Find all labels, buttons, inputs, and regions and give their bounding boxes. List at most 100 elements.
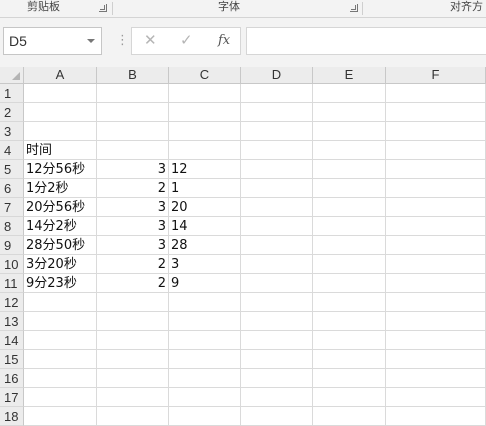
cell-c7[interactable]: 20 <box>169 198 241 217</box>
cell-c12[interactable] <box>169 293 241 312</box>
cell-f15[interactable] <box>386 350 486 369</box>
cell-c4[interactable] <box>169 141 241 160</box>
row-header[interactable]: 10 <box>0 255 24 274</box>
column-header-a[interactable]: A <box>24 67 97 84</box>
clipboard-dialog-launcher-icon[interactable] <box>99 4 107 12</box>
cell-f7[interactable] <box>386 198 486 217</box>
cell-e9[interactable] <box>313 236 386 255</box>
cell-c8[interactable]: 14 <box>169 217 241 236</box>
row-header[interactable]: 12 <box>0 293 24 312</box>
spreadsheet-grid[interactable]: A B C D E F 1 2 3 4 时间 5 12分56秒 3 12 6 1分2秒 2 1 7 20分56秒 3 20 8… <box>0 67 486 426</box>
cell-a10[interactable]: 3分20秒 <box>24 255 97 274</box>
cell-c6[interactable]: 1 <box>169 179 241 198</box>
cell-d12[interactable] <box>241 293 313 312</box>
row-header[interactable]: 17 <box>0 388 24 407</box>
cell-d18[interactable] <box>241 407 313 426</box>
row-header[interactable]: 6 <box>0 179 24 198</box>
cell-e10[interactable] <box>313 255 386 274</box>
cell-f11[interactable] <box>386 274 486 293</box>
cell-a13[interactable] <box>24 312 97 331</box>
cell-a9[interactable]: 28分50秒 <box>24 236 97 255</box>
cell-b11[interactable]: 2 <box>97 274 169 293</box>
cell-f2[interactable] <box>386 103 486 122</box>
cell-b12[interactable] <box>97 293 169 312</box>
row-header[interactable]: 18 <box>0 407 24 426</box>
cell-c10[interactable]: 3 <box>169 255 241 274</box>
cell-d7[interactable] <box>241 198 313 217</box>
cell-e18[interactable] <box>313 407 386 426</box>
cell-b17[interactable] <box>97 388 169 407</box>
row-header[interactable]: 5 <box>0 160 24 179</box>
cell-b4[interactable] <box>97 141 169 160</box>
cell-c15[interactable] <box>169 350 241 369</box>
cell-a18[interactable] <box>24 407 97 426</box>
cell-c2[interactable] <box>169 103 241 122</box>
cell-b15[interactable] <box>97 350 169 369</box>
cell-d13[interactable] <box>241 312 313 331</box>
cell-d2[interactable] <box>241 103 313 122</box>
cell-c11[interactable]: 9 <box>169 274 241 293</box>
cell-e7[interactable] <box>313 198 386 217</box>
row-header[interactable]: 9 <box>0 236 24 255</box>
cell-e6[interactable] <box>313 179 386 198</box>
cell-b18[interactable] <box>97 407 169 426</box>
name-box[interactable]: D5 <box>3 27 102 55</box>
row-header[interactable]: 4 <box>0 141 24 160</box>
more-options-icon[interactable]: ⋮ <box>116 30 129 50</box>
cell-e5[interactable] <box>313 160 386 179</box>
cell-d6[interactable] <box>241 179 313 198</box>
cell-f8[interactable] <box>386 217 486 236</box>
cell-b9[interactable]: 3 <box>97 236 169 255</box>
cell-d1[interactable] <box>241 84 313 103</box>
cell-e14[interactable] <box>313 331 386 350</box>
cell-a5[interactable]: 12分56秒 <box>24 160 97 179</box>
enter-check-icon[interactable]: ✓ <box>180 28 193 54</box>
cell-f14[interactable] <box>386 331 486 350</box>
cell-d16[interactable] <box>241 369 313 388</box>
cell-a17[interactable] <box>24 388 97 407</box>
cell-e16[interactable] <box>313 369 386 388</box>
cell-a15[interactable] <box>24 350 97 369</box>
cell-c18[interactable] <box>169 407 241 426</box>
cell-e1[interactable] <box>313 84 386 103</box>
column-header-f[interactable]: F <box>386 67 486 84</box>
cell-c1[interactable] <box>169 84 241 103</box>
cell-c14[interactable] <box>169 331 241 350</box>
cell-b3[interactable] <box>97 122 169 141</box>
cell-f13[interactable] <box>386 312 486 331</box>
cell-a1[interactable] <box>24 84 97 103</box>
cell-c17[interactable] <box>169 388 241 407</box>
cell-d5[interactable] <box>241 160 313 179</box>
cell-c5[interactable]: 12 <box>169 160 241 179</box>
row-header[interactable]: 7 <box>0 198 24 217</box>
font-dialog-launcher-icon[interactable] <box>350 4 358 12</box>
cell-f12[interactable] <box>386 293 486 312</box>
row-header[interactable]: 8 <box>0 217 24 236</box>
cell-a11[interactable]: 9分23秒 <box>24 274 97 293</box>
cell-d15[interactable] <box>241 350 313 369</box>
row-header[interactable]: 3 <box>0 122 24 141</box>
cell-a16[interactable] <box>24 369 97 388</box>
cell-e2[interactable] <box>313 103 386 122</box>
cell-f5[interactable] <box>386 160 486 179</box>
column-header-c[interactable]: C <box>169 67 241 84</box>
row-header[interactable]: 1 <box>0 84 24 103</box>
cell-f6[interactable] <box>386 179 486 198</box>
cell-e3[interactable] <box>313 122 386 141</box>
cell-b14[interactable] <box>97 331 169 350</box>
cell-a6[interactable]: 1分2秒 <box>24 179 97 198</box>
column-header-e[interactable]: E <box>313 67 386 84</box>
cell-f1[interactable] <box>386 84 486 103</box>
cell-b1[interactable] <box>97 84 169 103</box>
row-header[interactable]: 13 <box>0 312 24 331</box>
cell-f4[interactable] <box>386 141 486 160</box>
cell-b5[interactable]: 3 <box>97 160 169 179</box>
cell-d10[interactable] <box>241 255 313 274</box>
cell-f18[interactable] <box>386 407 486 426</box>
row-header[interactable]: 14 <box>0 331 24 350</box>
insert-function-icon[interactable]: fx <box>218 28 230 54</box>
cell-e17[interactable] <box>313 388 386 407</box>
cancel-icon[interactable]: ✕ <box>144 28 157 54</box>
cell-a12[interactable] <box>24 293 97 312</box>
cell-d9[interactable] <box>241 236 313 255</box>
